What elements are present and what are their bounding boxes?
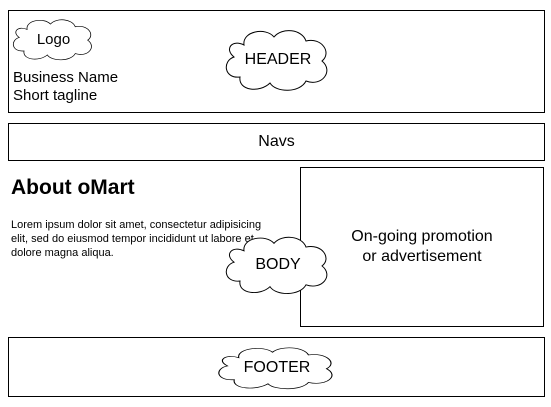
footer-label: FOOTER [243, 359, 311, 376]
header-label: HEADER [244, 51, 312, 68]
body-label: BODY [255, 256, 301, 273]
promotion-label: On-going promotion or advertisement [351, 228, 493, 265]
logo-label: Logo [36, 31, 71, 48]
business-name: Business Name [13, 69, 119, 86]
short-tagline: Short tagline [13, 87, 98, 104]
about-title: About oMart [11, 176, 135, 199]
navs-label: Navs [258, 133, 295, 150]
